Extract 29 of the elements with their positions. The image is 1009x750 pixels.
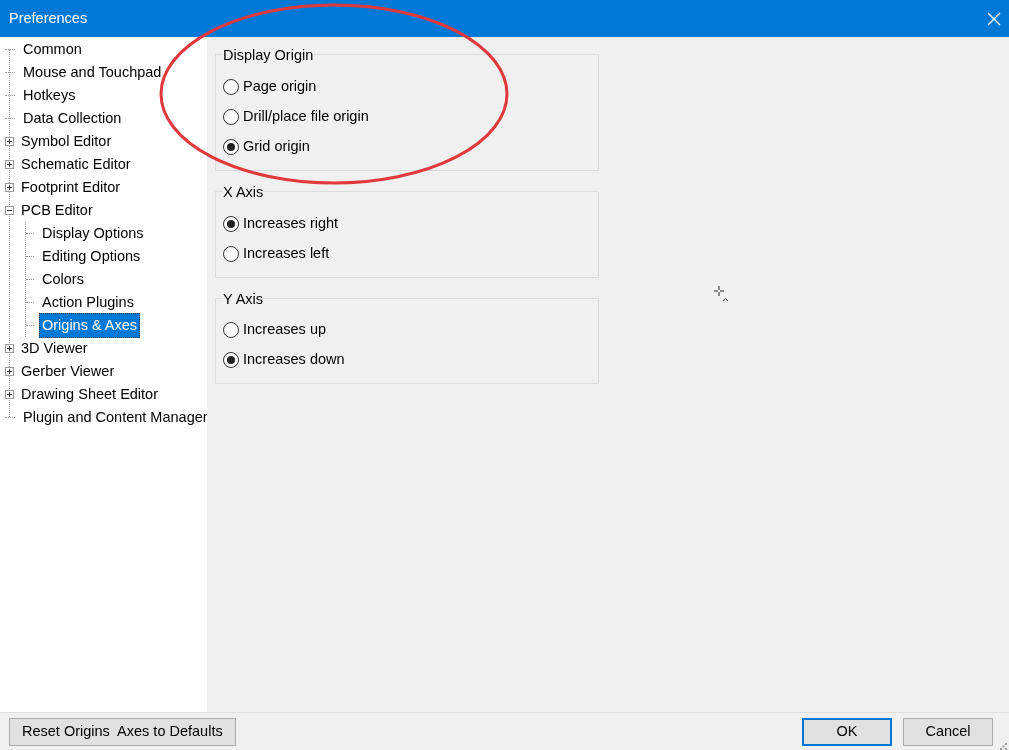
ok-button[interactable]: OK bbox=[802, 717, 892, 746]
radio-icon[interactable] bbox=[223, 215, 239, 232]
radio-icon[interactable] bbox=[223, 245, 239, 262]
tree-item[interactable]: Origins & Axes bbox=[39, 312, 141, 339]
window-title: Preferences bbox=[9, 8, 88, 28]
radio-option[interactable]: Increases left bbox=[223, 238, 592, 269]
radio-option[interactable]: Grid origin bbox=[223, 131, 592, 162]
radio-option[interactable]: Increases up bbox=[223, 315, 592, 346]
radio-icon[interactable] bbox=[223, 108, 239, 125]
close-icon[interactable] bbox=[987, 11, 1001, 26]
radio-option[interactable]: Increases right bbox=[223, 208, 592, 239]
expand-icon[interactable] bbox=[5, 183, 14, 192]
resize-grip-icon[interactable] bbox=[1000, 742, 1007, 750]
reset-defaults-button[interactable]: Reset Origins Axes to Defaults bbox=[9, 717, 236, 746]
expand-icon[interactable] bbox=[5, 137, 14, 146]
radio-option[interactable]: Drill/place file origin bbox=[223, 101, 592, 132]
radio-icon[interactable] bbox=[223, 322, 239, 339]
expand-icon[interactable] bbox=[5, 367, 14, 376]
collapse-icon[interactable] bbox=[5, 206, 14, 215]
radio-icon[interactable] bbox=[223, 352, 239, 369]
radio-option[interactable]: Page origin bbox=[223, 71, 592, 102]
cursor-crosshair-icon bbox=[714, 286, 731, 303]
expand-icon[interactable] bbox=[5, 390, 14, 399]
radio-icon[interactable] bbox=[223, 138, 239, 155]
expand-icon[interactable] bbox=[5, 160, 14, 169]
radio-option[interactable]: Increases down bbox=[223, 345, 592, 376]
expand-icon[interactable] bbox=[5, 344, 14, 353]
radio-icon[interactable] bbox=[223, 78, 239, 95]
cancel-button[interactable]: Cancel bbox=[903, 717, 993, 746]
